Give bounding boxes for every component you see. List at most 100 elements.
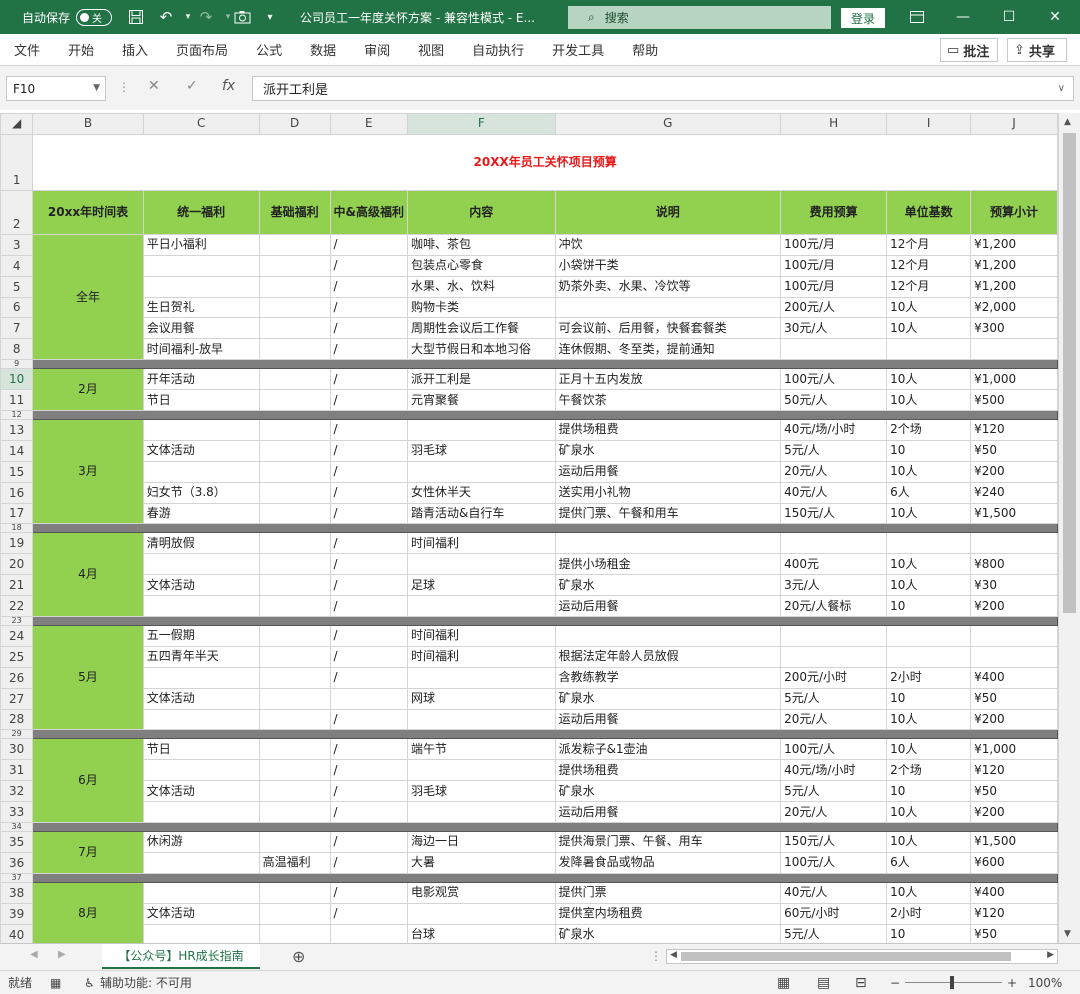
- cell-G4[interactable]: 小袋饼干类: [554, 254, 782, 277]
- cell-D22[interactable]: [258, 595, 331, 618]
- cell-F39[interactable]: [406, 902, 556, 925]
- cell-F15[interactable]: [406, 460, 556, 483]
- cell-E19[interactable]: /: [329, 532, 408, 555]
- cell-G32[interactable]: 矿泉水: [554, 780, 782, 803]
- column-title[interactable]: 基础福利: [258, 189, 331, 235]
- cell-G11[interactable]: 午餐饮茶: [554, 389, 782, 412]
- cell-F11[interactable]: 元宵聚餐: [406, 389, 556, 412]
- comment-button[interactable]: ▭ 批注: [940, 38, 998, 62]
- cell-D40[interactable]: [258, 923, 331, 943]
- cell-H4[interactable]: 100元/月: [780, 254, 888, 277]
- cell-H10[interactable]: 100元/人: [780, 368, 888, 391]
- cell-C22[interactable]: [142, 595, 260, 618]
- row-header[interactable]: 37: [0, 872, 34, 883]
- cell-H36[interactable]: 100元/人: [780, 851, 888, 874]
- cell-F20[interactable]: [406, 553, 556, 576]
- cell-G36[interactable]: 发降暑食品或物品: [554, 851, 782, 874]
- scroll-down-icon[interactable]: ▼: [1064, 929, 1071, 939]
- name-box-dropdown-icon[interactable]: ▼: [93, 83, 100, 93]
- cell-F7[interactable]: 周期性会议后工作餐: [406, 317, 556, 340]
- zoom-level[interactable]: 100%: [1028, 976, 1062, 990]
- cell-I38[interactable]: 10人: [886, 881, 972, 904]
- expand-formula-icon[interactable]: ∨: [1058, 83, 1065, 94]
- customize-toolbar-icon[interactable]: ▾: [258, 5, 282, 29]
- cell-E40[interactable]: [329, 923, 408, 943]
- cell-C6[interactable]: 生日贺礼: [142, 296, 260, 319]
- row-header[interactable]: 29: [0, 729, 34, 740]
- cell-G33[interactable]: 运动后用餐: [554, 801, 782, 824]
- column-title[interactable]: 统一福利: [142, 189, 260, 235]
- cell-D32[interactable]: [258, 780, 331, 803]
- period-label[interactable]: 6月: [32, 738, 144, 824]
- cell-F38[interactable]: 电影观赏: [406, 881, 556, 904]
- search-box[interactable]: ⌕ 搜索: [568, 6, 831, 29]
- cell-G8[interactable]: 连休假期、冬至类，提前通知: [554, 338, 782, 361]
- cell-D4[interactable]: [258, 254, 331, 277]
- name-box[interactable]: F10 ▼: [6, 76, 106, 101]
- cell-C3[interactable]: 平日小福利: [142, 233, 260, 256]
- cell-I17[interactable]: 10人: [886, 502, 972, 525]
- column-title[interactable]: 中&高级福利: [329, 189, 408, 235]
- menu-home[interactable]: 开始: [54, 40, 108, 59]
- cell-F36[interactable]: 大暑: [406, 851, 556, 874]
- cell-I40[interactable]: 10: [886, 923, 972, 943]
- cell-F3[interactable]: 咖啡、茶包: [406, 233, 556, 256]
- cell-C35[interactable]: 休闲游: [142, 831, 260, 853]
- cell-D15[interactable]: [258, 460, 331, 483]
- menu-formulas[interactable]: 公式: [242, 40, 296, 59]
- cell-E31[interactable]: /: [329, 759, 408, 782]
- row-header[interactable]: 7: [0, 317, 34, 340]
- row-header[interactable]: 5: [0, 275, 34, 298]
- cell-G13[interactable]: 提供场租费: [554, 419, 782, 441]
- row-header[interactable]: 26: [0, 666, 34, 689]
- cell-E7[interactable]: /: [329, 317, 408, 340]
- cell-J26[interactable]: ¥400: [970, 666, 1058, 689]
- cell-J38[interactable]: ¥400: [970, 881, 1058, 904]
- sheet-tab[interactable]: 【公众号】HR成长指南: [102, 944, 260, 969]
- cell-G15[interactable]: 运动后用餐: [554, 460, 782, 483]
- worksheet-grid[interactable]: ◢ B C D E F G H I J 1 20XX年员工关怀项目预算 2 20xx年时间表 统一福利 基础福…: [0, 113, 1058, 943]
- cell-H28[interactable]: 20元/人: [780, 708, 888, 731]
- cell-H39[interactable]: 60元/小时: [780, 902, 888, 925]
- row-header[interactable]: 28: [0, 708, 34, 731]
- cell-D5[interactable]: [258, 275, 331, 298]
- cell-C38[interactable]: [142, 881, 260, 904]
- row-header[interactable]: 14: [0, 439, 34, 462]
- cell-H33[interactable]: 20元/人: [780, 801, 888, 824]
- cell-G16[interactable]: 送实用小礼物: [554, 481, 782, 504]
- cell-I28[interactable]: 10人: [886, 708, 972, 731]
- cell-F25[interactable]: 时间福利: [406, 645, 556, 668]
- cell-E11[interactable]: /: [329, 389, 408, 412]
- camera-icon[interactable]: [230, 5, 254, 29]
- cell-J27[interactable]: ¥50: [970, 687, 1058, 710]
- cell-E5[interactable]: /: [329, 275, 408, 298]
- cell-E30[interactable]: /: [329, 738, 408, 761]
- cell-G19[interactable]: [554, 532, 782, 555]
- cell-H15[interactable]: 20元/人: [780, 460, 888, 483]
- cell-J11[interactable]: ¥500: [970, 389, 1058, 412]
- column-header-J[interactable]: J: [970, 113, 1058, 135]
- cell-F22[interactable]: [406, 595, 556, 618]
- menu-data[interactable]: 数据: [296, 40, 350, 59]
- cell-E36[interactable]: /: [329, 851, 408, 874]
- cell-H31[interactable]: 40元/场/小时: [780, 759, 888, 782]
- cell-J35[interactable]: ¥1,500: [970, 831, 1058, 853]
- cell-E38[interactable]: /: [329, 881, 408, 904]
- row-header[interactable]: 18: [0, 523, 34, 534]
- cell-C24[interactable]: 五一假期: [142, 625, 260, 647]
- cell-E24[interactable]: /: [329, 625, 408, 647]
- row-header[interactable]: 27: [0, 687, 34, 710]
- page-layout-view-icon[interactable]: ▤: [817, 975, 830, 991]
- add-sheet-icon[interactable]: ⊕: [292, 947, 305, 966]
- cell-D7[interactable]: [258, 317, 331, 340]
- cell-F17[interactable]: 踏青活动&自行车: [406, 502, 556, 525]
- cell-F30[interactable]: 端午节: [406, 738, 556, 761]
- cell-G7[interactable]: 可会议前、后用餐，快餐套餐类: [554, 317, 782, 340]
- cell-I15[interactable]: 10人: [886, 460, 972, 483]
- cell-E8[interactable]: /: [329, 338, 408, 361]
- cell-F16[interactable]: 女性休半天: [406, 481, 556, 504]
- column-title[interactable]: 20xx年时间表: [32, 189, 144, 235]
- cell-H25[interactable]: [780, 645, 888, 668]
- row-header[interactable]: 30: [0, 738, 34, 761]
- share-button[interactable]: ⇪ 共享: [1007, 38, 1067, 62]
